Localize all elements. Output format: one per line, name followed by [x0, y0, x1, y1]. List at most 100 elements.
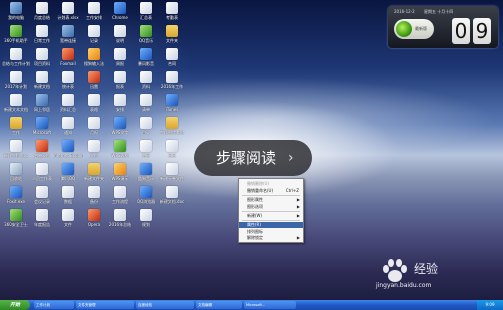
document-icon: [10, 48, 22, 60]
taskbar-button[interactable]: 文档编辑: [196, 301, 242, 309]
clock-ball[interactable]: 最新版: [394, 19, 434, 39]
baidu-paw-icon: [383, 259, 407, 282]
clock-digit-left: 0: [452, 18, 470, 44]
app-icon: [10, 186, 22, 198]
menu-item-unlock[interactable]: 解除锁定 ▶: [239, 235, 303, 241]
app-icon: [62, 25, 74, 37]
app-icon: [140, 186, 152, 198]
menu-item-graphics-properties[interactable]: 图形属性 ▶: [239, 197, 303, 203]
desktop-icon[interactable]: 文件夹: [157, 25, 187, 49]
document-icon: [166, 48, 178, 60]
document-icon: [36, 186, 48, 198]
desktop-icon[interactable]: 规划: [131, 209, 161, 233]
folder-icon: [10, 117, 22, 129]
app-icon: [10, 2, 22, 14]
step-reading-label: 步骤阅读: [216, 149, 277, 167]
submenu-arrow-icon: ▶: [296, 204, 300, 209]
document-icon: [140, 209, 152, 221]
desktop-icon-label: iTunes: [165, 107, 179, 112]
app-icon: [10, 209, 22, 221]
taskbar-button[interactable]: Microsoft...: [244, 301, 296, 309]
document-icon: [88, 2, 100, 14]
desktop-icon[interactable]: 2016年工作: [157, 71, 187, 95]
document-icon: [140, 140, 152, 152]
document-icon: [140, 94, 152, 106]
step-reading-button[interactable]: 步骤阅读 ›: [194, 140, 312, 176]
clock-ball-text: 最新版: [415, 26, 427, 31]
folder-icon: [166, 25, 178, 37]
desktop-icon-label: 合同: [168, 61, 176, 66]
taskbar: 开始 工作计划 文件夹管理 百度经验 文档编辑 Microsoft... 9:0…: [0, 300, 503, 310]
desktop-icon-label: 考勤表: [166, 15, 178, 20]
chevron-right-icon: ›: [288, 150, 294, 166]
desktop-icon[interactable]: 考勤表: [157, 2, 187, 26]
document-icon: [10, 71, 22, 83]
document-icon: [140, 2, 152, 14]
document-icon: [36, 2, 48, 14]
app-icon: [88, 48, 100, 60]
desktop[interactable]: 我的电脑 360手机助手 总结与工作计划 2017年计划 新建文本文档 工作 新建文档.do…: [0, 0, 503, 310]
document-icon: [88, 140, 100, 152]
watermark-brand: 经验: [414, 262, 439, 276]
app-icon: [36, 117, 48, 129]
menu-item-properties[interactable]: 属性(R): [239, 222, 303, 228]
desktop-icon[interactable]: 新建一卷文件: [157, 163, 187, 187]
document-icon: [140, 117, 152, 129]
document-icon: [166, 186, 178, 198]
app-icon: [36, 140, 48, 152]
clock-widget[interactable]: 2016-12-2 星期五 十月十四 最新版 0 9: [388, 6, 498, 48]
desktop-icon[interactable]: iTunes: [157, 94, 187, 118]
menu-item-graphics-options[interactable]: 图形选项 ▶: [239, 204, 303, 210]
document-icon: [88, 94, 100, 106]
desktop-icon[interactable]: 工作图片素材: [157, 117, 187, 141]
document-icon: [36, 48, 48, 60]
app-icon: [62, 140, 74, 152]
taskbar-button[interactable]: 文件夹管理: [76, 301, 134, 309]
clock-digit-right: 9: [473, 18, 491, 44]
system-tray-clock[interactable]: 9:09: [477, 300, 503, 310]
app-icon: [88, 209, 100, 221]
menu-item-new[interactable]: 新建(W) ▶: [239, 213, 303, 219]
app-icon: [140, 25, 152, 37]
app-icon: [62, 48, 74, 60]
app-icon: [166, 94, 178, 106]
desktop-icon-label: 新建文档.doc: [159, 199, 185, 204]
document-icon: [36, 25, 48, 37]
desktop-icon-label: 规划: [142, 222, 150, 227]
desktop-icon-label: 文件夹: [166, 38, 178, 43]
document-icon: [114, 94, 126, 106]
document-icon: [36, 163, 48, 175]
document-icon: [62, 94, 74, 106]
taskbar-button[interactable]: 百度经验: [136, 301, 194, 309]
document-icon: [10, 140, 22, 152]
document-icon: [114, 25, 126, 37]
folder-icon: [88, 163, 100, 175]
document-icon: [62, 186, 74, 198]
menu-item-undo-delete[interactable]: 撤销删除(U): [239, 181, 303, 187]
menu-item-undo-rename[interactable]: 撤销重命名(U) Ctrl+Z: [239, 188, 303, 194]
ball-icon: [396, 21, 412, 37]
app-icon: [88, 71, 100, 83]
document-icon: [88, 186, 100, 198]
app-icon: [10, 25, 22, 37]
document-icon: [88, 117, 100, 129]
document-icon: [10, 94, 22, 106]
submenu-arrow-icon: ▶: [296, 235, 300, 240]
document-icon: [88, 25, 100, 37]
desktop-icon[interactable]: 新建文档.doc: [157, 186, 187, 210]
document-icon: [166, 71, 178, 83]
taskbar-button[interactable]: 工作计划: [34, 301, 74, 309]
desktop-icon[interactable]: 日历: [157, 140, 187, 164]
app-icon: [114, 117, 126, 129]
app-icon: [10, 163, 22, 175]
desktop-icon-label: 日历: [168, 153, 176, 158]
desktop-icon[interactable]: 合同: [157, 48, 187, 72]
desktop-icon-label: 工作图片素材: [160, 130, 184, 135]
start-button[interactable]: 开始: [0, 300, 30, 310]
app-icon: [36, 94, 48, 106]
menu-separator: [242, 211, 300, 212]
app-icon: [114, 140, 126, 152]
folder-icon: [166, 117, 178, 129]
clock-date: 2016-12-2: [394, 9, 415, 14]
document-icon: [62, 209, 74, 221]
